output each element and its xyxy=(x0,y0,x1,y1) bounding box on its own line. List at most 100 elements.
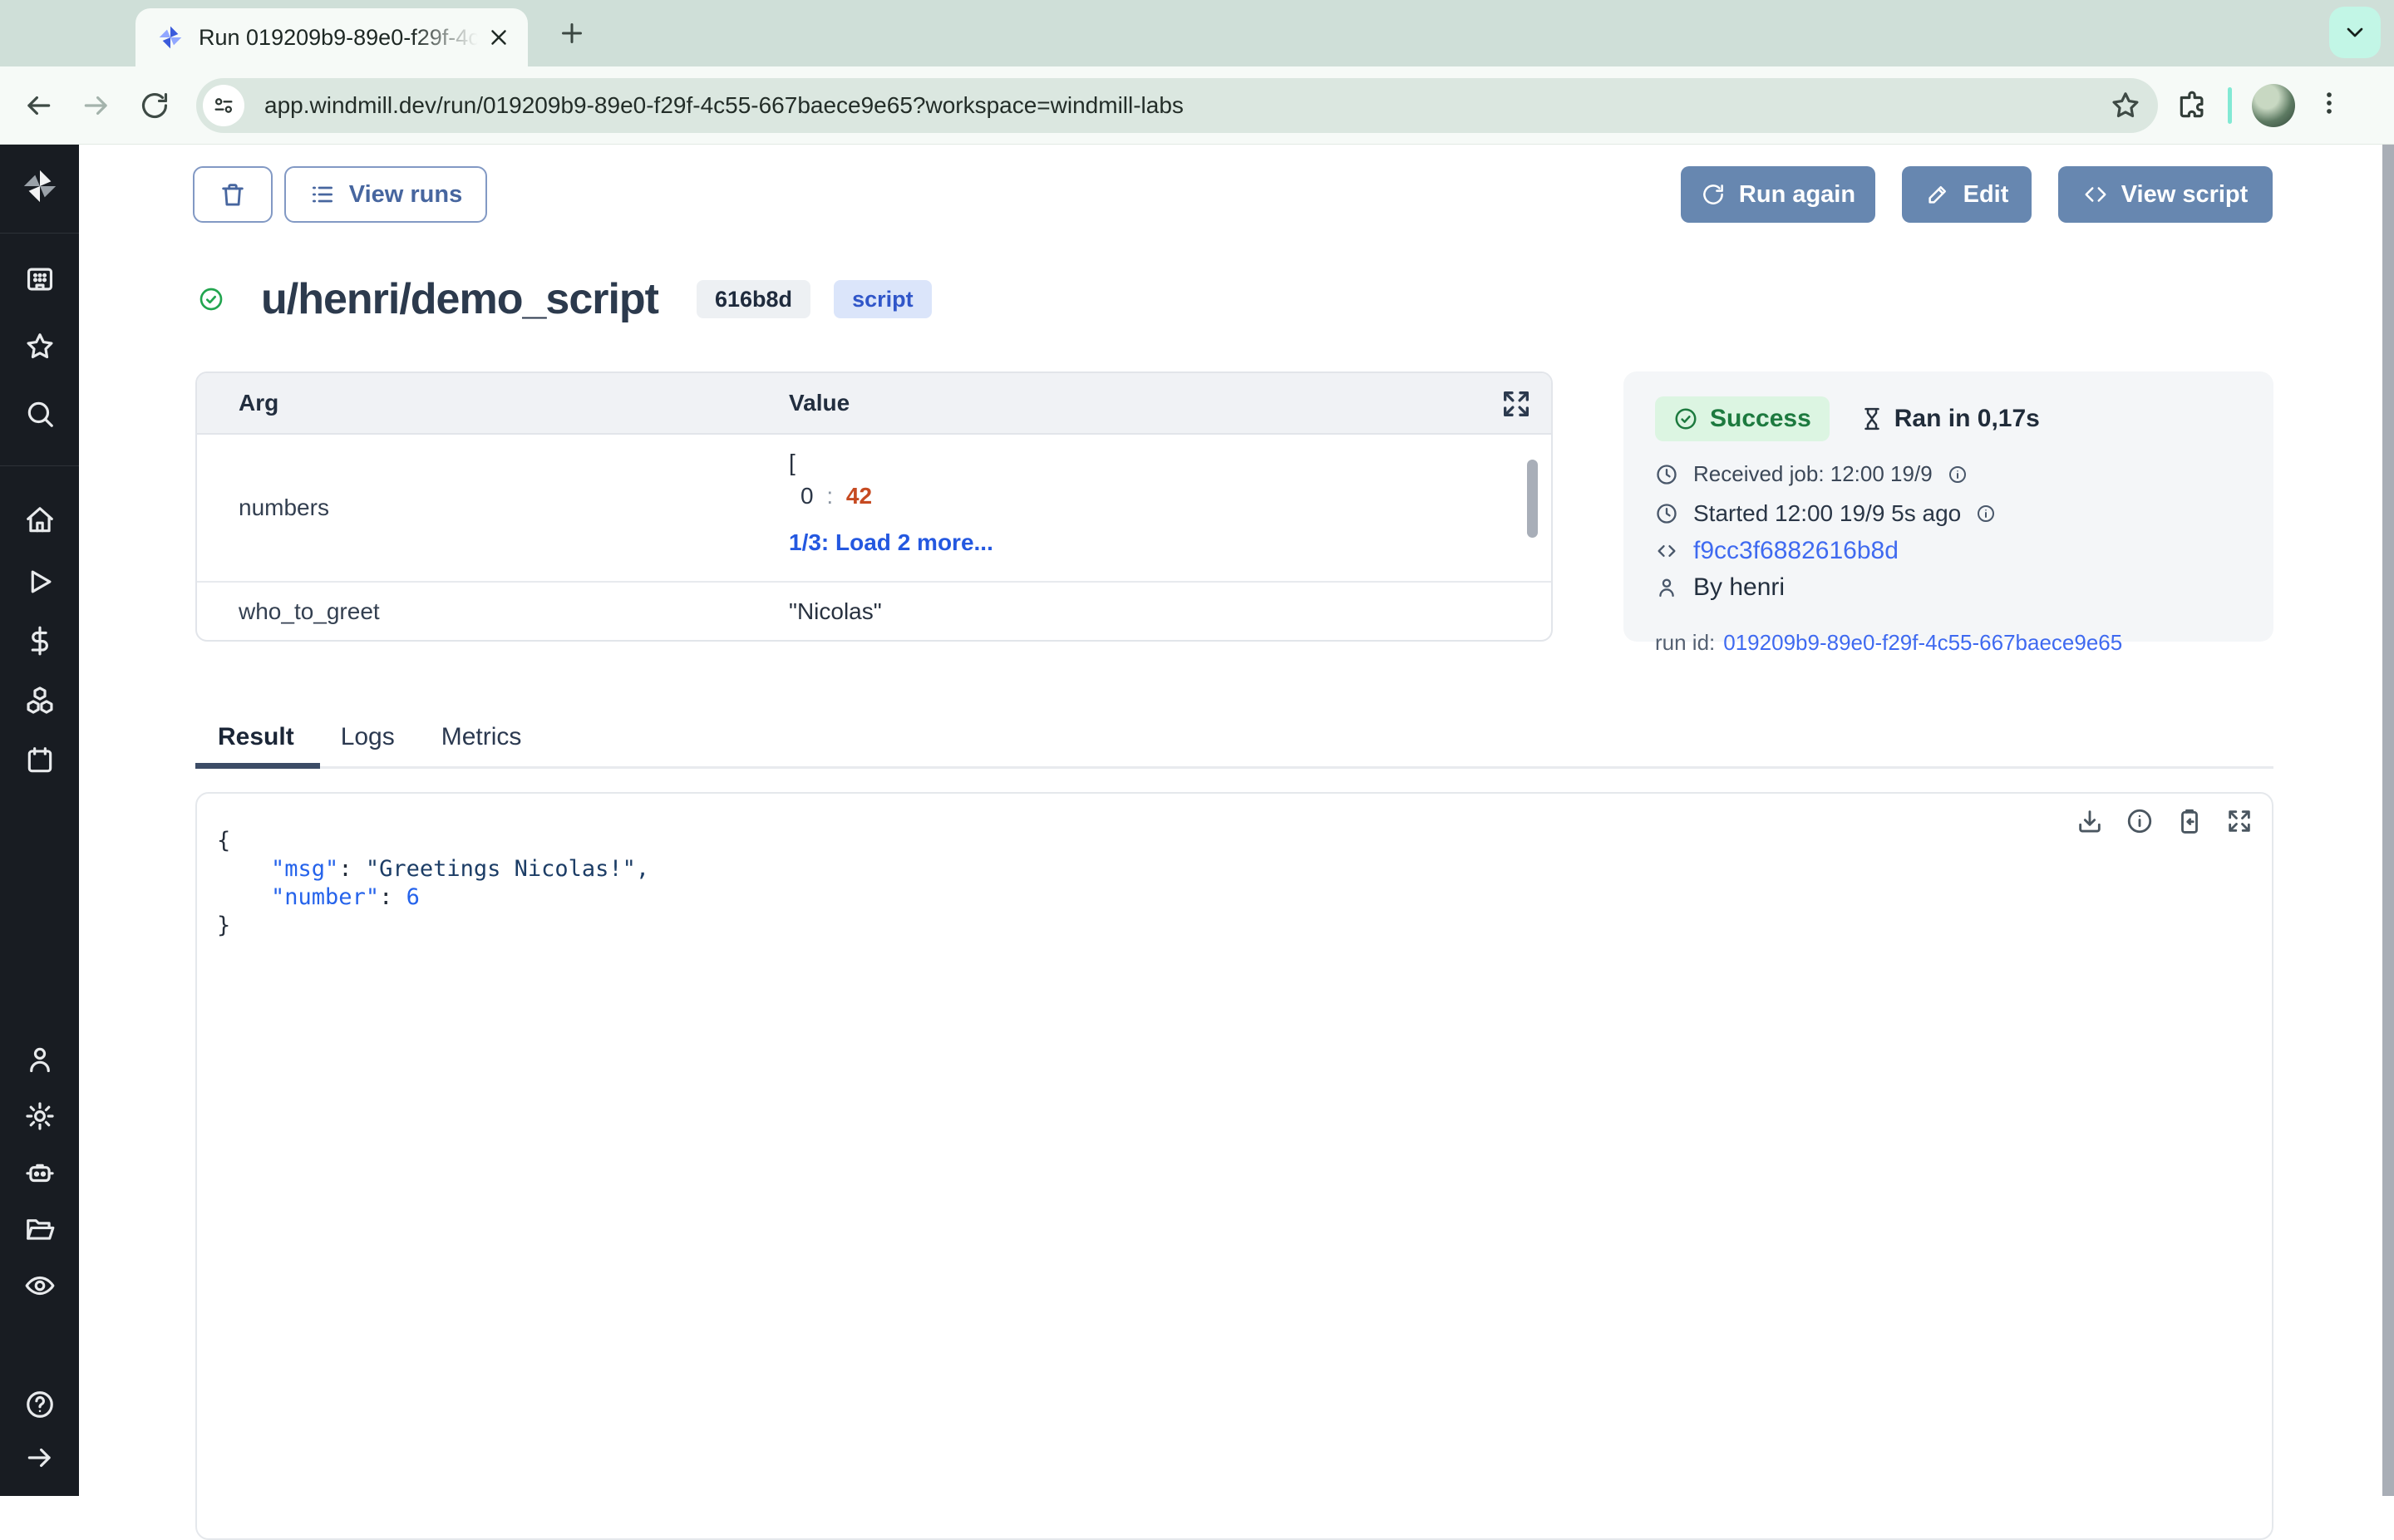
profile-avatar[interactable] xyxy=(2252,84,2295,127)
page-scrollbar[interactable] xyxy=(2382,145,2394,1496)
sidebar-item-help[interactable] xyxy=(0,1378,79,1431)
puzzle-icon xyxy=(2176,90,2208,121)
extensions-button[interactable] xyxy=(2176,90,2208,121)
duration-text: Ran in 0,17s xyxy=(1894,405,2040,433)
kebab-menu-icon xyxy=(2315,89,2343,117)
tab-logs[interactable]: Logs xyxy=(318,723,418,751)
sidebar-item-settings[interactable] xyxy=(0,1090,79,1143)
calendar-icon xyxy=(24,745,56,776)
info-icon[interactable] xyxy=(2126,807,2154,835)
sidebar-expand-button[interactable] xyxy=(0,1431,79,1484)
star-icon xyxy=(24,331,56,362)
copy-to-clipboard-icon[interactable] xyxy=(2175,807,2204,835)
arrow-right-icon xyxy=(24,1442,56,1474)
json-bracket: [ xyxy=(789,446,993,480)
args-table-header: Arg Value xyxy=(197,373,1551,435)
url-bar[interactable]: app.windmill.dev/run/019209b9-89e0-f29f-… xyxy=(196,78,2158,133)
script-header: u/henri/demo_script 616b8d script xyxy=(198,274,932,324)
site-settings-button[interactable] xyxy=(203,85,244,126)
sidebar-item-search[interactable] xyxy=(0,387,79,440)
code-icon xyxy=(1655,539,1678,563)
edit-label: Edit xyxy=(1963,181,2009,209)
forward-button[interactable] xyxy=(76,86,116,125)
sidebar-divider xyxy=(0,233,79,234)
sidebar-item-resources[interactable] xyxy=(0,674,79,727)
sidebar-item-folders[interactable] xyxy=(0,1203,79,1256)
user-icon xyxy=(1655,576,1678,599)
user-icon xyxy=(24,1044,56,1075)
list-icon xyxy=(309,181,336,208)
sidebar-item-variables[interactable] xyxy=(0,614,79,667)
windmill-favicon-icon xyxy=(157,24,184,51)
hourglass-icon xyxy=(1860,406,1884,431)
sidebar-item-home[interactable] xyxy=(0,494,79,547)
run-again-label: Run again xyxy=(1739,181,1855,209)
download-icon[interactable] xyxy=(2076,807,2104,835)
arg-cell-scrollbar[interactable] xyxy=(1527,460,1538,538)
info-icon[interactable] xyxy=(1948,465,1968,485)
toolbar-separator xyxy=(2228,87,2232,124)
run-id-link[interactable]: 019209b9-89e0-f29f-4c55-667baece9e65 xyxy=(1723,630,2122,656)
sidebar-item-favorites[interactable] xyxy=(0,320,79,373)
back-button[interactable] xyxy=(18,86,58,125)
reload-button[interactable] xyxy=(135,86,175,125)
arg-row-numbers: numbers [ 0 : 42 1/3: Load 2 more... xyxy=(197,435,1551,581)
result-json: { "msg": "Greetings Nicolas!", "number":… xyxy=(217,827,649,940)
eye-icon xyxy=(24,1270,56,1301)
app-sidebar xyxy=(0,145,79,1496)
column-header-arg: Arg xyxy=(239,390,278,416)
expand-icon[interactable] xyxy=(2225,807,2254,835)
expand-args-icon[interactable] xyxy=(1500,387,1533,421)
json-colon: : xyxy=(820,483,840,509)
status-badge: Success xyxy=(1655,396,1830,441)
url-text[interactable]: app.windmill.dev/run/019209b9-89e0-f29f-… xyxy=(264,92,2110,119)
received-job-text: Received job: 12:00 19/9 xyxy=(1693,461,1933,487)
sidebar-item-workspace[interactable] xyxy=(0,253,79,306)
run-duration: Ran in 0,17s xyxy=(1860,405,2040,433)
window-chevron-button[interactable] xyxy=(2329,7,2381,58)
view-script-label: View script xyxy=(2121,181,2249,209)
sidebar-item-schedules[interactable] xyxy=(0,734,79,787)
browser-tab[interactable]: Run 019209b9-89e0-f29f-4c xyxy=(135,8,528,66)
trash-icon xyxy=(219,180,247,209)
view-runs-button[interactable]: View runs xyxy=(284,166,487,223)
json-value: 42 xyxy=(846,483,872,509)
json-index: 0 xyxy=(800,483,814,509)
search-icon xyxy=(24,398,56,430)
pencil-icon xyxy=(1925,182,1950,207)
tab-metrics[interactable]: Metrics xyxy=(418,723,545,751)
cubes-icon xyxy=(24,685,56,716)
arg-row-who-to-greet: who_to_greet "Nicolas" xyxy=(197,583,1551,640)
home-icon xyxy=(24,504,56,536)
sidebar-item-runs[interactable] xyxy=(0,555,79,608)
sidebar-item-workers[interactable] xyxy=(0,1146,79,1199)
script-hash-link[interactable]: f9cc3f6882616b8d xyxy=(1693,537,1899,565)
arg-value: "Nicolas" xyxy=(789,598,882,625)
sidebar-windmill-logo[interactable] xyxy=(0,160,79,213)
new-tab-button[interactable] xyxy=(550,12,594,55)
result-panel: { "msg": "Greetings Nicolas!", "number":… xyxy=(195,792,2273,1540)
sidebar-item-users[interactable] xyxy=(0,1033,79,1086)
bookmark-star-icon[interactable] xyxy=(2110,90,2141,121)
info-icon[interactable] xyxy=(1976,504,1996,524)
tab-result[interactable]: Result xyxy=(195,723,318,751)
close-tab-icon[interactable] xyxy=(486,25,511,50)
script-type-badge: script xyxy=(834,280,932,318)
column-header-value: Value xyxy=(789,390,850,416)
browser-toolbar: app.windmill.dev/run/019209b9-89e0-f29f-… xyxy=(0,66,2394,145)
delete-run-button[interactable] xyxy=(193,166,273,223)
tabs-border xyxy=(195,766,2273,769)
edit-button[interactable]: Edit xyxy=(1902,166,2032,223)
sidebar-item-audit-logs[interactable] xyxy=(0,1259,79,1312)
json-key-number: "number" xyxy=(271,884,379,910)
workspace-icon xyxy=(24,263,56,295)
load-more-link[interactable]: 1/3: Load 2 more... xyxy=(789,526,993,559)
run-again-button[interactable]: Run again xyxy=(1681,166,1875,223)
active-tab-underline xyxy=(195,763,320,769)
clock-icon xyxy=(1655,502,1678,525)
view-script-button[interactable]: View script xyxy=(2058,166,2273,223)
json-open-brace: { xyxy=(217,828,230,854)
json-value-msg: "Greetings Nicolas!", xyxy=(366,856,649,882)
browser-menu-button[interactable] xyxy=(2315,89,2343,121)
started-text: Started 12:00 19/9 5s ago xyxy=(1693,500,1961,527)
